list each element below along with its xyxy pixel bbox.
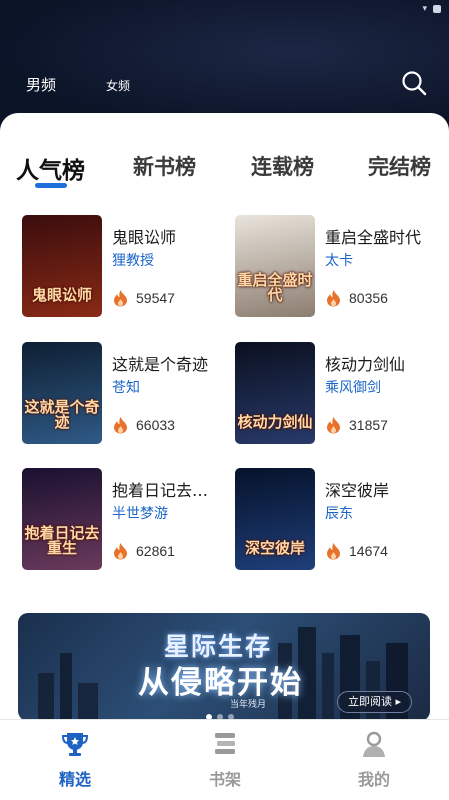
banner-author: 当年残月: [230, 700, 267, 710]
flame-icon: [114, 543, 127, 560]
nav-profile-label: 我的: [357, 770, 390, 789]
book-heat: 14674: [325, 541, 388, 561]
book-cover[interactable]: 鬼眼讼师: [22, 215, 102, 317]
heat-count: 62861: [136, 543, 175, 559]
tab-completed[interactable]: 完结榜: [368, 151, 431, 181]
flame-icon: [114, 290, 127, 307]
gender-tab-male[interactable]: 男频: [26, 74, 56, 95]
heat-count: 59547: [136, 290, 175, 306]
book-item[interactable]: 这就是个奇迹 这就是个奇迹 苍知 66033: [22, 342, 222, 446]
status-bar: ▾: [0, 0, 449, 18]
book-author[interactable]: 太卡: [325, 250, 353, 270]
book-title[interactable]: 鬼眼讼师: [112, 224, 176, 248]
heat-count: 66033: [136, 417, 175, 433]
book-cover[interactable]: 重启全盛时代: [235, 215, 315, 317]
banner-title-line2: 从侵略开始: [138, 665, 303, 701]
book-item[interactable]: 深空彼岸 深空彼岸 辰东 14674: [235, 468, 435, 572]
book-cover-title: 这就是个奇迹: [24, 398, 100, 431]
book-title[interactable]: 抱着日记去…: [112, 477, 208, 501]
book-cover-title: 抱着日记去重生: [24, 524, 100, 557]
book-cover-title: 深空彼岸: [244, 539, 305, 557]
heat-count: 80356: [349, 290, 388, 306]
gender-tab-female[interactable]: 女频: [106, 77, 130, 94]
bookshelf-icon: [215, 733, 235, 754]
tab-popular[interactable]: 人气榜: [16, 151, 85, 185]
book-cover[interactable]: 抱着日记去重生: [22, 468, 102, 570]
nav-featured[interactable]: 精选: [35, 730, 115, 790]
rank-tabs: 人气榜 新书榜 连载榜 完结榜: [0, 151, 449, 191]
book-title[interactable]: 这就是个奇迹: [112, 351, 208, 375]
heat-count: 14674: [349, 543, 388, 559]
heat-count: 31857: [349, 417, 388, 433]
profile-icon: [363, 731, 385, 757]
flame-icon: [327, 543, 340, 560]
book-cover[interactable]: 核动力剑仙: [235, 342, 315, 444]
book-author[interactable]: 狸教授: [112, 250, 154, 270]
trophy-icon: [61, 733, 89, 756]
book-author[interactable]: 苍知: [112, 377, 140, 397]
book-title[interactable]: 重启全盛时代: [325, 224, 421, 248]
book-author[interactable]: 半世梦游: [112, 503, 168, 523]
nav-featured-label: 精选: [58, 770, 91, 789]
book-cover-title: 核动力剑仙: [237, 413, 313, 431]
book-item[interactable]: 抱着日记去重生 抱着日记去… 半世梦游 62861: [22, 468, 222, 572]
wifi-icon: ▾: [422, 4, 427, 14]
book-cover[interactable]: 这就是个奇迹: [22, 342, 102, 444]
book-cover-title: 重启全盛时代: [237, 271, 313, 304]
promo-banner[interactable]: 星际生存 从侵略开始 当年残月 立即阅读 ▸: [18, 613, 430, 721]
bottom-nav: 精选 书架 我的: [0, 719, 449, 800]
book-item[interactable]: 重启全盛时代 重启全盛时代 太卡 80356: [235, 215, 435, 319]
tab-new[interactable]: 新书榜: [133, 151, 196, 181]
read-now-button[interactable]: 立即阅读 ▸: [336, 691, 412, 713]
tab-serializing[interactable]: 连载榜: [251, 151, 314, 181]
book-item[interactable]: 鬼眼讼师 鬼眼讼师 狸教授 59547: [22, 215, 222, 319]
top-header: ▾ 男频 女频: [0, 0, 449, 130]
book-heat: 66033: [112, 415, 175, 435]
content-card: 人气榜 新书榜 连载榜 完结榜 鬼眼讼师 鬼眼讼师 狸教授 59547 重启全盛时代 重启…: [0, 113, 449, 721]
book-heat: 31857: [325, 415, 388, 435]
book-item[interactable]: 核动力剑仙 核动力剑仙 乘风御剑 31857: [235, 342, 435, 446]
search-icon: [402, 71, 427, 96]
book-title[interactable]: 深空彼岸: [325, 477, 389, 501]
flame-icon: [327, 417, 340, 434]
battery-icon: [433, 5, 441, 13]
book-title[interactable]: 核动力剑仙: [325, 351, 405, 375]
book-cover-title: 鬼眼讼师: [31, 286, 92, 304]
book-author[interactable]: 辰东: [325, 503, 353, 523]
flame-icon: [327, 290, 340, 307]
book-heat: 59547: [112, 288, 175, 308]
active-tab-indicator: [35, 183, 67, 188]
nav-bookshelf[interactable]: 书架: [185, 730, 265, 790]
flame-icon: [114, 417, 127, 434]
book-heat: 80356: [325, 288, 388, 308]
book-author[interactable]: 乘风御剑: [325, 377, 381, 397]
nav-profile[interactable]: 我的: [334, 730, 414, 790]
search-button[interactable]: [401, 70, 427, 96]
book-heat: 62861: [112, 541, 175, 561]
book-cover[interactable]: 深空彼岸: [235, 468, 315, 570]
nav-bookshelf-label: 书架: [208, 770, 241, 789]
